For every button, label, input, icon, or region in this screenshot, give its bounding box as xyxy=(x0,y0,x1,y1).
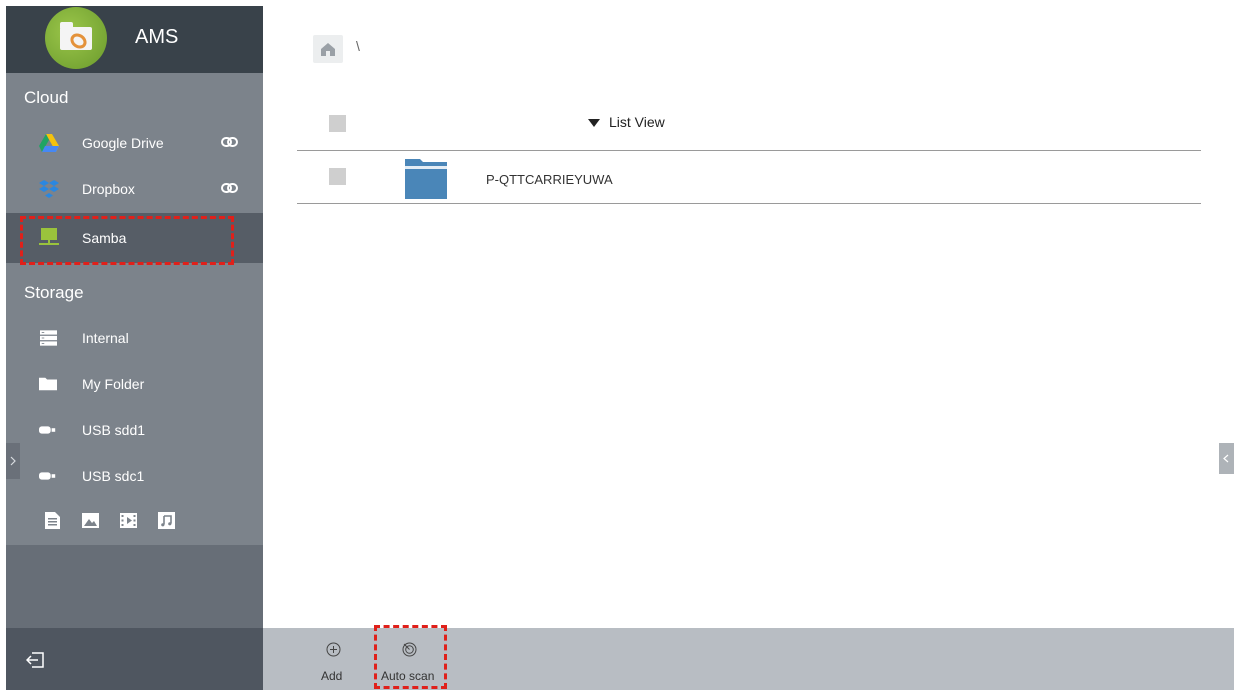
list-view-toggle[interactable]: List View xyxy=(588,114,665,130)
file-name: P-QTTCARRIEYUWA xyxy=(486,172,613,187)
sidebar-item-google-drive[interactable]: Google Drive xyxy=(6,121,263,165)
sidebar-item-label: USB sdd1 xyxy=(82,422,146,438)
google-drive-icon xyxy=(39,134,59,152)
logout-icon[interactable] xyxy=(26,651,46,669)
link-icon xyxy=(221,183,238,193)
sidebar-item-internal[interactable]: Internal xyxy=(6,316,263,360)
document-icon[interactable] xyxy=(44,512,61,529)
home-icon xyxy=(321,43,335,56)
sidebar-spacer xyxy=(6,545,263,628)
app-title: AMS xyxy=(135,26,179,48)
list-header-divider xyxy=(297,150,1201,151)
samba-highlight-box xyxy=(20,216,234,265)
sidebar-item-label: USB sdc1 xyxy=(82,468,145,484)
media-filter-row xyxy=(44,512,175,529)
add-icon xyxy=(326,642,341,657)
sidebar-footer xyxy=(6,628,263,690)
add-button[interactable]: Add xyxy=(303,628,363,690)
row-divider xyxy=(297,203,1201,204)
add-label: Add xyxy=(321,669,343,683)
internal-storage-icon xyxy=(40,330,57,346)
dropbox-icon xyxy=(39,180,59,198)
storage-section-label: Storage xyxy=(24,283,84,302)
sidebar-header: AMS xyxy=(6,6,263,73)
row-checkbox[interactable] xyxy=(329,168,346,185)
expand-right-panel-handle[interactable] xyxy=(1219,443,1234,474)
sidebar-item-my-folder[interactable]: My Folder xyxy=(6,362,263,406)
sidebar-item-usb-sdc1[interactable]: USB sdc1 xyxy=(6,454,263,498)
breadcrumb-separator: \ xyxy=(356,38,360,54)
sidebar-item-label: Google Drive xyxy=(82,135,164,151)
image-icon[interactable] xyxy=(82,512,99,529)
chevron-left-icon xyxy=(1223,454,1229,463)
home-button[interactable] xyxy=(313,35,343,63)
sidebar-item-label: My Folder xyxy=(82,376,145,392)
auto-scan-highlight-box xyxy=(374,625,447,689)
usb-icon xyxy=(39,426,56,434)
cloud-section-label: Cloud xyxy=(24,88,69,107)
folder-icon xyxy=(405,159,447,199)
usb-icon xyxy=(39,472,56,480)
music-icon[interactable] xyxy=(158,512,175,529)
sidebar-item-label: Dropbox xyxy=(82,181,135,197)
sidebar: AMS Cloud Google Drive Dropbox Samba Sto… xyxy=(6,6,263,690)
folder-icon xyxy=(39,377,57,391)
sidebar-item-dropbox[interactable]: Dropbox xyxy=(6,167,263,211)
link-icon xyxy=(221,137,238,147)
sidebar-item-label: Internal xyxy=(82,330,129,346)
select-all-checkbox[interactable] xyxy=(329,115,346,132)
list-view-label: List View xyxy=(609,114,665,130)
triangle-down-icon xyxy=(588,119,600,128)
chevron-right-icon xyxy=(10,456,16,466)
expand-sidebar-handle[interactable] xyxy=(6,443,20,479)
video-icon[interactable] xyxy=(120,512,137,529)
sidebar-item-usb-sdd1[interactable]: USB sdd1 xyxy=(6,408,263,452)
app-logo-icon xyxy=(45,7,107,69)
